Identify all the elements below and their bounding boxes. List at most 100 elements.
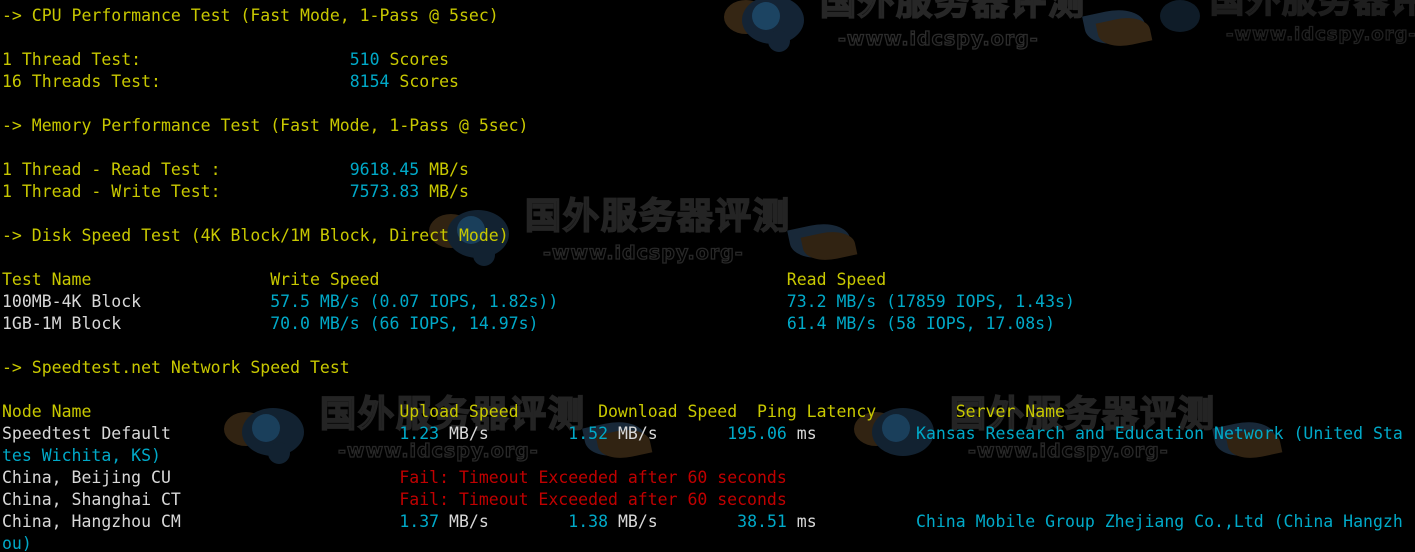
text-segment — [817, 512, 916, 531]
text-segment — [221, 160, 350, 179]
text-segment: 73.2 MB/s (17859 IOPS, 1.43s) — [786, 292, 1075, 311]
text-segment — [658, 512, 737, 531]
terminal-line-mem-read: 1 Thread - Read Test : 9618.45 MB/s — [2, 159, 1415, 181]
text-segment: MB/s — [419, 160, 469, 179]
text-segment — [489, 424, 568, 443]
text-segment — [737, 402, 757, 421]
text-segment — [380, 270, 787, 289]
text-segment: Write Speed — [270, 270, 380, 289]
text-segment: Speedtest Default — [2, 424, 171, 443]
text-segment: Kansas Research and Education Network (U… — [916, 424, 1403, 443]
text-segment: Scores — [389, 72, 459, 91]
terminal-line-disk-header-row: Test Name Write Speed Read Speed — [2, 269, 1415, 291]
terminal-line-cpu-heading: -> CPU Performance Test (Fast Mode, 1-Pa… — [2, 5, 1415, 27]
text-segment: Upload Speed — [399, 402, 519, 421]
terminal-line-blank-2 — [2, 93, 1415, 115]
text-segment: MB/s — [439, 512, 489, 531]
text-segment: China Mobile Group Zhejiang Co.,Ltd (Chi… — [916, 512, 1403, 531]
text-segment: Ping Latency — [757, 402, 877, 421]
text-segment — [181, 490, 400, 509]
text-segment — [2, 336, 12, 355]
text-segment: Test Name — [2, 270, 92, 289]
text-segment — [141, 292, 270, 311]
text-segment — [161, 72, 350, 91]
text-segment: Fail: Timeout Exceeded after 60 seconds — [399, 468, 787, 487]
text-segment: 100MB-4K Block — [2, 292, 142, 311]
text-segment: China, Beijing CU — [2, 468, 171, 487]
text-segment — [91, 402, 399, 421]
text-segment: MB/s — [608, 512, 658, 531]
text-segment: Download Speed — [598, 402, 738, 421]
text-segment: 1.23 — [399, 424, 440, 443]
terminal-line-net-row-shanghai-ct: China, Shanghai CT Fail: Timeout Exceede… — [2, 489, 1415, 511]
text-segment — [181, 512, 400, 531]
terminal-line-net-header-row: Node Name Upload Speed Download Speed Pi… — [2, 401, 1415, 423]
terminal-line-disk-4k-row: 100MB-4K Block 57.5 MB/s (0.07 IOPS, 1.8… — [2, 291, 1415, 313]
terminal-line-blank-3 — [2, 137, 1415, 159]
terminal-line-blank-5 — [2, 247, 1415, 269]
text-segment: -> Disk Speed Test (4K Block/1M Block, D… — [2, 226, 509, 245]
text-segment — [91, 270, 270, 289]
text-segment: ms — [786, 512, 817, 531]
text-segment: 195.06 — [727, 424, 787, 443]
text-segment — [2, 204, 12, 223]
terminal-line-net-row-beijing-cu: China, Beijing CU Fail: Timeout Exceeded… — [2, 467, 1415, 489]
terminal-line-net-row-default: Speedtest Default 1.23 MB/s 1.52 MB/s 19… — [2, 423, 1415, 445]
text-segment — [817, 424, 916, 443]
text-segment: -> Speedtest.net Network Speed Test — [2, 358, 350, 377]
text-segment — [221, 182, 350, 201]
text-segment: MB/s — [419, 182, 469, 201]
text-segment: Fail: Timeout Exceeded after 60 seconds — [399, 490, 787, 509]
terminal-line-memory-heading: -> Memory Performance Test (Fast Mode, 1… — [2, 115, 1415, 137]
text-segment: 16 Threads Test: — [2, 72, 161, 91]
text-segment — [2, 380, 12, 399]
terminal-line-blank-4 — [2, 203, 1415, 225]
text-segment: ms — [786, 424, 817, 443]
text-segment: MB/s — [439, 424, 489, 443]
terminal-line-blank-7 — [2, 379, 1415, 401]
text-segment: 1 Thread - Read Test : — [2, 160, 221, 179]
text-segment: 510 — [349, 50, 380, 69]
text-segment: 1GB-1M Block — [2, 314, 122, 333]
text-segment: China, Hangzhou CM — [2, 512, 181, 531]
text-segment — [658, 424, 728, 443]
terminal-line-net-row-hangzhou-cm: China, Hangzhou CM 1.37 MB/s 1.38 MB/s 3… — [2, 511, 1415, 533]
text-segment — [2, 248, 12, 267]
text-segment: 70.0 MB/s (66 IOPS, 14.97s) — [270, 314, 539, 333]
terminal-line-blank-1 — [2, 27, 1415, 49]
terminal-line-disk-1m-row: 1GB-1M Block 70.0 MB/s (66 IOPS, 14.97s)… — [2, 313, 1415, 335]
text-segment: 1 Thread Test: — [2, 50, 142, 69]
text-segment: 1.37 — [399, 512, 440, 531]
text-segment — [141, 50, 350, 69]
terminal-line-cpu-1thread: 1 Thread Test: 510 Scores — [2, 49, 1415, 71]
text-segment — [538, 314, 786, 333]
text-segment: Read Speed — [786, 270, 887, 289]
text-segment — [2, 138, 12, 157]
terminal-line-mem-write: 1 Thread - Write Test: 7573.83 MB/s — [2, 181, 1415, 203]
text-segment — [519, 402, 598, 421]
text-segment: MB/s — [608, 424, 658, 443]
text-segment — [171, 468, 399, 487]
text-segment: Node Name — [2, 402, 92, 421]
text-segment: Scores — [379, 50, 450, 69]
text-segment: 9618.45 — [349, 160, 420, 179]
terminal-line-blank-6 — [2, 335, 1415, 357]
text-segment: China, Shanghai CT — [2, 490, 181, 509]
text-segment — [121, 314, 270, 333]
terminal-line-net-row-hangzhou-cm-wrap: ou) — [2, 533, 1415, 552]
text-segment: -> CPU Performance Test (Fast Mode, 1-Pa… — [2, 6, 499, 25]
terminal-line-cpu-16threads: 16 Threads Test: 8154 Scores — [2, 71, 1415, 93]
text-segment: 7573.83 — [349, 182, 420, 201]
terminal-line-net-row-default-wrap: tes Wichita, KS) — [2, 445, 1415, 467]
text-segment: Server Name — [955, 402, 1065, 421]
text-segment — [171, 424, 399, 443]
text-segment — [489, 512, 568, 531]
text-segment — [2, 94, 12, 113]
text-segment: 61.4 MB/s (58 IOPS, 17.08s) — [786, 314, 1056, 333]
text-segment: -> Memory Performance Test (Fast Mode, 1… — [2, 116, 529, 135]
terminal-window: 国外服务器评测 -www.idcspy.org- 国外服务器评测 -www.id… — [0, 0, 1415, 552]
text-segment — [2, 28, 12, 47]
terminal-output[interactable]: -> CPU Performance Test (Fast Mode, 1-Pa… — [0, 0, 1415, 552]
text-segment: 1.52 — [568, 424, 609, 443]
text-segment: ou) — [2, 534, 32, 552]
